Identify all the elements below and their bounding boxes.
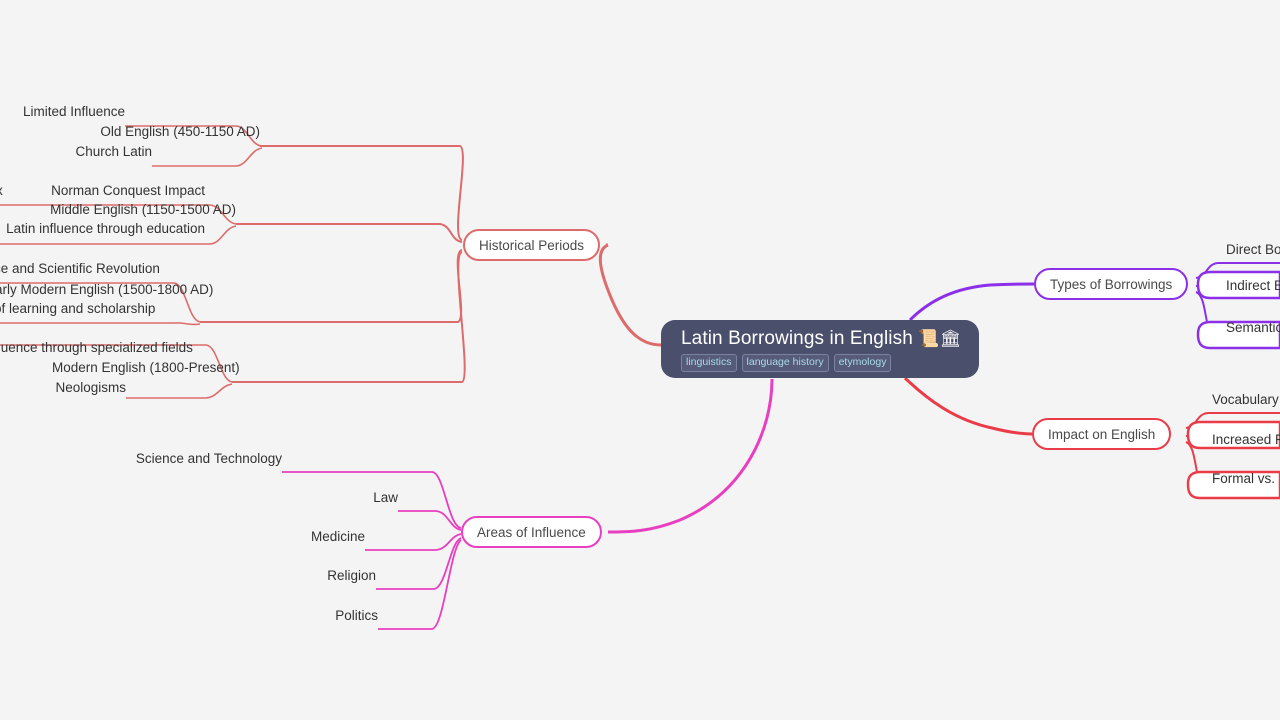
node-norman-conquest-impact[interactable]: Norman Conquest Impact bbox=[0, 182, 205, 199]
central-node-label: Latin Borrowings in English bbox=[681, 328, 913, 349]
node-renaissance-and-scientific-revolution[interactable]: ce and Scientific Revolution bbox=[0, 260, 224, 277]
node-formal-vs-informal[interactable]: Formal vs. I bbox=[1212, 470, 1280, 487]
tag-linguistics[interactable]: linguistics bbox=[681, 354, 737, 372]
mindmap-canvas: Latin Borrowings in English 📜🏛 linguisti… bbox=[0, 0, 1280, 720]
node-politics[interactable]: Politics bbox=[228, 607, 378, 624]
node-clipped-fragment[interactable]: x bbox=[0, 182, 16, 199]
tag-etymology[interactable]: etymology bbox=[833, 354, 892, 372]
central-node-tags: linguistics language history etymology bbox=[681, 354, 959, 372]
scroll-and-bank-emoji-icon: 📜🏛 bbox=[918, 329, 962, 348]
node-continued-influence-specialized-fields[interactable]: fluence through specialized fields bbox=[0, 339, 234, 356]
node-early-modern-english[interactable]: Early Modern English (1500-1800 AD) bbox=[0, 281, 213, 298]
node-indirect-borrowings[interactable]: Indirect B bbox=[1226, 277, 1280, 294]
central-node-title: Latin Borrowings in English 📜🏛 bbox=[681, 328, 962, 350]
node-modern-english[interactable]: Modern English (1800-Present) bbox=[52, 359, 240, 376]
node-law[interactable]: Law bbox=[268, 489, 398, 506]
branch-node-types-of-borrowings[interactable]: Types of Borrowings bbox=[1034, 268, 1189, 300]
branch-node-impact-on-english[interactable]: Impact on English bbox=[1032, 418, 1172, 450]
node-middle-english[interactable]: Middle English (1150-1500 AD) bbox=[44, 201, 236, 218]
branch-node-historical-periods[interactable]: Historical Periods bbox=[463, 229, 601, 261]
node-neologisms[interactable]: Neologisms bbox=[0, 379, 126, 396]
node-semantic-borrowings[interactable]: Semantic bbox=[1226, 319, 1280, 336]
node-medicine[interactable]: Medicine bbox=[215, 528, 365, 545]
node-religion[interactable]: Religion bbox=[226, 567, 376, 584]
node-science-and-technology[interactable]: Science and Technology bbox=[102, 450, 282, 467]
tag-language-history[interactable]: language history bbox=[741, 354, 829, 372]
node-increased-formality[interactable]: Increased F bbox=[1212, 431, 1280, 448]
node-language-of-learning-and-scholarship[interactable]: of learning and scholarship bbox=[0, 300, 224, 317]
node-old-english[interactable]: Old English (450-1150 AD) bbox=[80, 123, 260, 140]
node-vocabulary-expansion[interactable]: Vocabulary bbox=[1212, 391, 1280, 408]
node-church-latin[interactable]: Church Latin bbox=[12, 143, 152, 160]
node-limited-influence[interactable]: Limited Influence bbox=[0, 103, 125, 120]
node-direct-borrowings[interactable]: Direct Bo bbox=[1226, 241, 1280, 258]
branch-node-areas-of-influence[interactable]: Areas of Influence bbox=[461, 516, 602, 548]
central-node[interactable]: Latin Borrowings in English 📜🏛 linguisti… bbox=[661, 320, 979, 378]
node-latin-influence-through-education[interactable]: Latin influence through education bbox=[0, 220, 205, 237]
